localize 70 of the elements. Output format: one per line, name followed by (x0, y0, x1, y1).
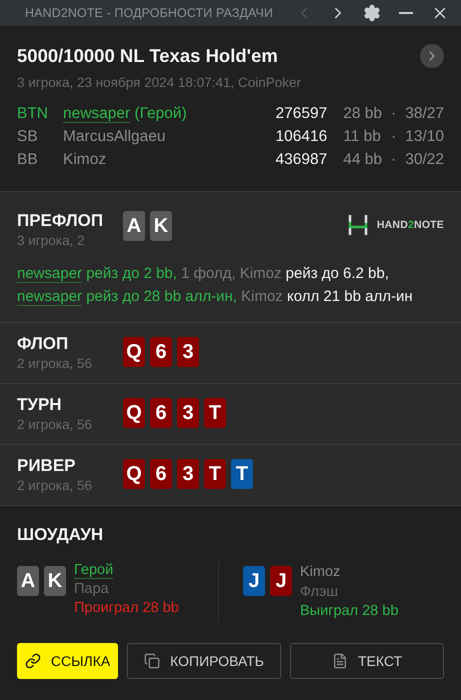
separator-dot: · (390, 150, 396, 170)
next-button[interactable] (420, 44, 444, 68)
playing-card: Q (123, 459, 145, 489)
action-line: newsaper рейз до 28 bb алл-ин, Kimoz колл 21 bb алл-ин (17, 287, 414, 308)
player-name: Kimoz (63, 151, 106, 168)
document-icon (332, 653, 348, 669)
player-stack: 436987 (276, 150, 328, 170)
playing-card: 6 (150, 398, 172, 428)
playing-card: J (270, 566, 292, 596)
player-stack: 276597 (276, 104, 328, 124)
street-info: 2 игрока, 56 (17, 356, 93, 371)
action-button[interactable]: КОПИРОВАТЬ (127, 643, 282, 679)
playing-card: Q (123, 337, 145, 367)
stack-bb: 44 bb (342, 150, 382, 170)
player-link[interactable]: newsaper (63, 105, 130, 123)
link-icon (24, 653, 41, 669)
player-name: Kimoz (300, 564, 340, 580)
playing-card: K (44, 566, 66, 596)
hand-rank: Пара (74, 580, 110, 599)
playing-card: T (231, 459, 253, 489)
playing-card: J (243, 566, 265, 596)
player-link[interactable]: newsaper (17, 288, 82, 306)
player-position: BB (17, 150, 39, 170)
logo-text: HAND2NOTE (376, 219, 444, 231)
settings-icon (363, 4, 381, 22)
copy-icon (144, 653, 160, 669)
hand-rank: Флэш (300, 583, 340, 602)
separator-dot: · (390, 127, 396, 147)
action-line: newsaper рейз до 2 bb, 1 фолд, Kimoz рейз до 6.2 bb, (17, 264, 390, 285)
player-stack: 106416 (276, 127, 328, 147)
stack-bb: 11 bb (342, 127, 382, 147)
playing-card: T (204, 398, 226, 428)
hero-tag: (Герой) (134, 105, 187, 122)
player-name: MarcusAllgaeu (63, 128, 166, 145)
street-info: 2 игрока, 56 (17, 417, 93, 432)
minimize-icon (399, 12, 413, 14)
street-name: ФЛОП (17, 334, 70, 354)
player-stats: 13/10 (404, 127, 444, 147)
playing-card: T (204, 459, 226, 489)
playing-card: A (17, 566, 39, 596)
playing-card: A (123, 211, 145, 241)
result-text: Проиграл 28 bb (74, 599, 179, 618)
street-info: 3 игрока, 2 (17, 233, 86, 248)
action-button[interactable]: ССЫЛКА (17, 643, 118, 679)
street-name: РИВЕР (17, 456, 77, 476)
logo-icon (346, 214, 369, 236)
playing-card: 6 (150, 337, 172, 367)
playing-card: 3 (177, 459, 199, 489)
showdown-title: ШОУДАУН (17, 525, 104, 545)
window-title: HAND2NOTE - ПОДРОБНОСТИ РАЗДАЧИ (25, 6, 274, 20)
separator-dot: · (390, 104, 396, 124)
playing-card: 3 (177, 398, 199, 428)
playing-card: 3 (177, 337, 199, 367)
playing-card: 6 (150, 459, 172, 489)
player-stats: 38/27 (404, 104, 444, 124)
playing-card: Q (123, 398, 145, 428)
street-info: 2 игрока, 56 (17, 478, 93, 493)
playing-card: K (150, 211, 172, 241)
player-stats: 30/22 (404, 150, 444, 170)
hand-subtitle: 3 игрока, 23 ноября 2024 18:07:41, CoinPoker (17, 75, 302, 90)
street-name: ТУРН (17, 395, 63, 415)
player-position: SB (17, 127, 39, 147)
player-link[interactable]: Герой (74, 562, 114, 579)
stack-bb: 28 bb (342, 104, 382, 124)
player-position: BTN (17, 104, 49, 124)
street-name: ПРЕФЛОП (17, 211, 104, 231)
hand-title: 5000/10000 NL Texas Hold'em (17, 45, 279, 67)
player-link[interactable]: newsaper (17, 265, 82, 283)
action-button[interactable]: ТЕКСТ (290, 643, 444, 679)
result-text: Выиграл 28 bb (300, 602, 398, 621)
